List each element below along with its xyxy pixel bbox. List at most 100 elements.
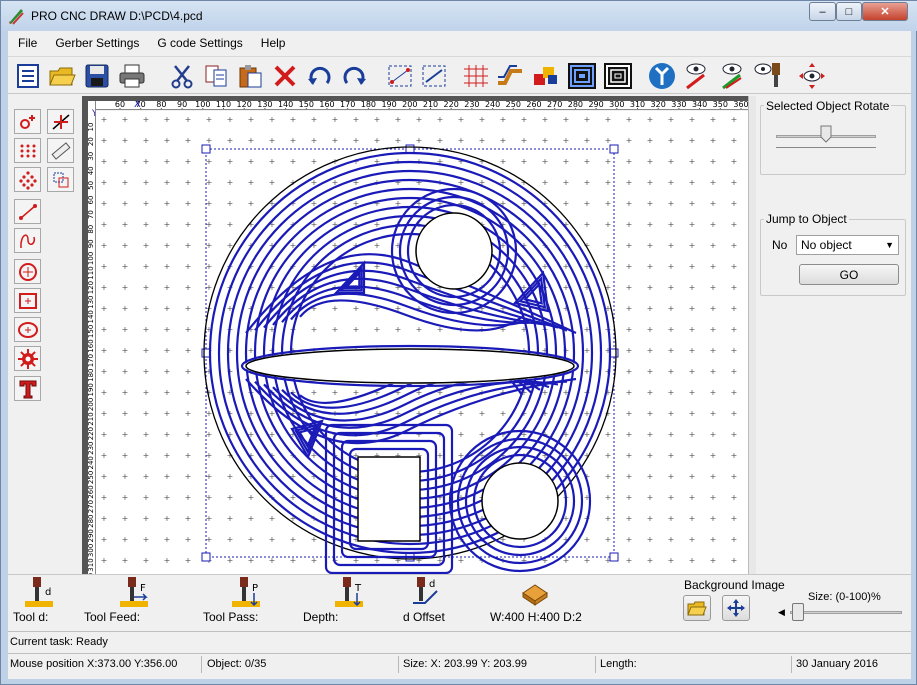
task-bar: Current task: Ready — [8, 631, 911, 653]
menu-gerber-settings[interactable]: Gerber Settings — [47, 31, 147, 55]
svg-text:+: + — [164, 241, 171, 250]
size-slider-track[interactable] — [790, 611, 902, 614]
size-slider-thumb[interactable] — [792, 603, 804, 621]
view-path-icon[interactable] — [716, 60, 748, 92]
svg-text:+: + — [164, 493, 171, 502]
line-tool-icon[interactable] — [14, 199, 41, 224]
save-icon[interactable] — [81, 60, 113, 92]
svg-text:+: + — [605, 241, 612, 250]
size-decrease-icon[interactable]: ◀ — [778, 607, 785, 618]
svg-text:+: + — [647, 409, 654, 418]
point-array-icon[interactable] — [14, 167, 41, 192]
move-background-button[interactable] — [722, 595, 750, 621]
ruler-icon[interactable] — [47, 138, 74, 163]
close-button[interactable]: ✕ — [862, 2, 908, 21]
ruler-x-tick: 300 — [609, 100, 624, 109]
curve-tool-icon[interactable] — [14, 228, 41, 253]
svg-text:+: + — [710, 472, 717, 481]
ruler-x-tick: 140 — [278, 100, 293, 109]
delete-icon[interactable] — [269, 60, 301, 92]
tool-pass-icon: P — [232, 577, 260, 607]
svg-text:+: + — [164, 388, 171, 397]
layers-icon[interactable] — [530, 60, 562, 92]
svg-text:+: + — [143, 199, 150, 208]
menu-file[interactable]: File — [10, 31, 45, 55]
rotate-slider-thumb[interactable] — [820, 125, 832, 143]
svg-text:+: + — [143, 304, 150, 313]
client-area: File Gerber Settings G code Settings Hel… — [8, 31, 911, 679]
drawing-canvas[interactable]: + + + + + + + + + + + + + + + + + + + + + + + + + + + + + + + + + + + + + + + +… — [96, 111, 748, 574]
ruler-x-tick: 80 — [156, 100, 166, 109]
select-points-icon[interactable] — [384, 60, 416, 92]
grid-icon[interactable] — [460, 60, 492, 92]
ellipse-tool-icon[interactable] — [14, 317, 41, 342]
minimize-button[interactable]: ‒ — [809, 2, 836, 21]
open-background-button[interactable] — [683, 595, 711, 621]
ruler-y-tick: 190 — [87, 383, 95, 396]
svg-text:+: + — [626, 535, 633, 544]
drawing-svg[interactable]: + + + + + + + + + + + + + + + + + + + + + + + + + + + + + + + + + + + + + + + +… — [96, 111, 748, 574]
route-icon[interactable] — [494, 60, 526, 92]
ruler-x-tick: 260 — [526, 100, 541, 109]
select-line-icon[interactable] — [418, 60, 450, 92]
canvas-scrollbar[interactable] — [748, 96, 756, 574]
svg-text:+: + — [647, 283, 654, 292]
view-tool-icon[interactable] — [680, 60, 712, 92]
svg-text:+: + — [710, 409, 717, 418]
svg-text:+: + — [353, 325, 360, 334]
svg-text:+: + — [164, 409, 171, 418]
svg-text:+: + — [710, 493, 717, 502]
svg-text:+: + — [668, 556, 675, 565]
offset-square-icon[interactable] — [566, 60, 598, 92]
svg-text:+: + — [479, 430, 486, 439]
offset-outline-icon[interactable] — [602, 60, 634, 92]
list-icon[interactable] — [12, 60, 44, 92]
svg-text:+: + — [122, 451, 129, 460]
ruler-y-tick: 160 — [87, 339, 95, 352]
circle-tool-icon[interactable] — [14, 259, 41, 284]
maximize-button[interactable]: □ — [836, 2, 862, 21]
point-grid-icon[interactable] — [14, 138, 41, 163]
svg-text:+: + — [605, 430, 612, 439]
svg-text:+: + — [626, 304, 633, 313]
svg-text:+: + — [668, 514, 675, 523]
svg-text:+: + — [143, 157, 150, 166]
gear-tool-icon[interactable] — [14, 346, 41, 371]
svg-text:P: P — [252, 583, 258, 594]
line-cross-icon[interactable] — [47, 109, 74, 134]
svg-text:+: + — [206, 535, 213, 544]
svg-text:+: + — [626, 262, 633, 271]
svg-text:+: + — [710, 241, 717, 250]
svg-text:+: + — [101, 325, 108, 334]
svg-text:+: + — [437, 451, 444, 460]
svg-text:+: + — [290, 535, 297, 544]
paste-icon[interactable] — [234, 60, 266, 92]
svg-text:+: + — [164, 178, 171, 187]
transform-icon[interactable] — [47, 167, 74, 192]
svg-text:+: + — [185, 472, 192, 481]
svg-text:+: + — [227, 178, 234, 187]
svg-text:+: + — [122, 220, 129, 229]
svg-text:+: + — [332, 325, 339, 334]
text-tool-icon[interactable] — [14, 376, 41, 401]
redo-icon[interactable] — [338, 60, 370, 92]
go-button[interactable]: GO — [799, 264, 899, 285]
menu-bar: File Gerber Settings G code Settings Hel… — [8, 31, 911, 55]
print-icon[interactable] — [116, 60, 148, 92]
menu-gcode-settings[interactable]: G code Settings — [149, 31, 250, 55]
undo-icon[interactable] — [304, 60, 336, 92]
direction-icon[interactable] — [646, 60, 678, 92]
mill-icon[interactable] — [752, 60, 784, 92]
svg-text:+: + — [710, 367, 717, 376]
cut-icon[interactable] — [166, 60, 198, 92]
open-folder-icon[interactable] — [46, 60, 78, 92]
copy-icon[interactable] — [200, 60, 232, 92]
svg-text:+: + — [164, 136, 171, 145]
menu-help[interactable]: Help — [253, 31, 294, 55]
ruler-x-tick: 280 — [568, 100, 583, 109]
move-arrows-icon — [727, 599, 745, 617]
rect-tool-icon[interactable] — [14, 288, 41, 313]
object-select[interactable]: No object ▼ — [796, 235, 899, 255]
eye-move-icon[interactable] — [796, 60, 828, 92]
add-point-icon[interactable] — [14, 109, 41, 134]
